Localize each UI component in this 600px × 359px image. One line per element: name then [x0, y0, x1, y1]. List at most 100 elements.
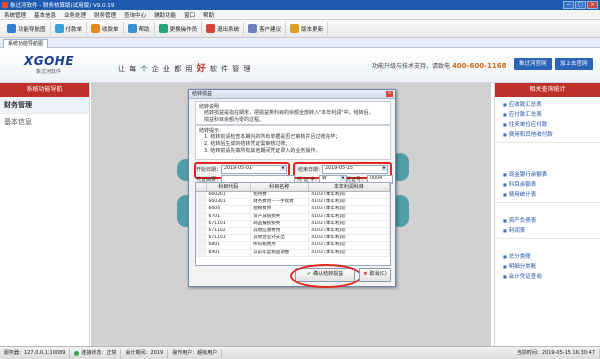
table-row[interactable]: 671102 其他应收费用 4103 (本年利润): [196, 227, 390, 236]
logo: XGOHE 象过河软件: [24, 54, 74, 75]
query-link[interactable]: 应付款汇总表: [503, 110, 600, 120]
right-panel-header: 相关查询统计: [495, 83, 600, 97]
menu-system[interactable]: 系统管理: [0, 11, 30, 19]
toolbar-feedback-button[interactable]: 客户建议: [244, 21, 287, 36]
dialog-close-button[interactable]: ×: [386, 91, 393, 97]
tips-caption: 结转提示：: [199, 128, 225, 134]
table-row[interactable]: 660201 招待费 4103 (本年利润): [196, 192, 390, 200]
toolbar-nav-map-button[interactable]: 功能导航图: [3, 21, 51, 36]
menu-help[interactable]: 帮助: [199, 11, 218, 19]
toolbar-switch-user-button[interactable]: 更换操作员: [155, 21, 203, 36]
transfer-description-box: 结转说明 结转损益是指在期末，把损益类科目的余额全部转入"本年利润"中，结转后，…: [195, 101, 391, 125]
menu-bar: 系统管理 基本信息 业务处理 财务管理 查询中心 辅助功能 窗口 帮助: [0, 10, 600, 20]
query-link[interactable]: 资产负债表: [503, 216, 600, 226]
left-panel-header: 系统功能导航: [0, 83, 89, 97]
query-link[interactable]: 总分类账: [503, 252, 600, 262]
query-link[interactable]: 费用统计表: [503, 190, 600, 200]
query-link[interactable]: 利润表: [503, 226, 600, 236]
header-rownum: [196, 183, 207, 191]
right-query-panel: 相关查询统计 应收款汇总表 应付款汇总表 往来单位应付款 费用和其他收付款 现金…: [494, 83, 600, 346]
window-title: 象过河软件 - 财务核算版(试用版) V9.0.19: [10, 3, 115, 9]
tip-line-1: 1. 结转前请检查本期内的所有单据是否已审核并且过账完毕；: [204, 134, 341, 140]
toolbar-help-button[interactable]: 帮助: [124, 21, 155, 36]
connection-ok-icon: [74, 350, 80, 356]
title-bar: 象过河软件 - 财务核算版(试用版) V9.0.19 ─ □ ×: [0, 0, 600, 10]
description-caption: 结转说明: [199, 104, 220, 110]
table-row[interactable]: 6701 资产减值损失 4103 (本年利润): [196, 213, 390, 221]
nav-item-basic-info[interactable]: 基本信息: [0, 114, 89, 130]
toolbar: 功能导航图 付款单 收款单 帮助 更换操作员 退出系统 客户建议 版本更新: [0, 20, 600, 38]
query-link[interactable]: 科目余额表: [503, 180, 600, 190]
account-table: 科目代码 科目名称 本年利润科目 660201 招待费 4103 (本年利润) 66…: [195, 182, 391, 266]
nav-map-icon: [7, 24, 16, 33]
minimize-button[interactable]: ─: [563, 1, 574, 9]
query-group-cash: 现金银行余额表 科目余额表 费用统计表: [495, 167, 600, 203]
query-group-statements: 资产负债表 利润表: [495, 213, 600, 239]
menu-query[interactable]: 查询中心: [120, 11, 150, 19]
help-icon: [127, 24, 137, 33]
cancel-button[interactable]: ✖ 取消(C): [359, 268, 391, 282]
query-link[interactable]: 明细分类账: [503, 262, 600, 272]
table-row[interactable]: 671103 其他营业外支出 4103 (本年利润): [196, 235, 390, 243]
status-period: 会计期间：2019: [121, 348, 169, 358]
exit-icon: [206, 24, 216, 33]
query-link[interactable]: 费用和其他收付款: [503, 130, 600, 140]
toolbar-update-button[interactable]: 版本更新: [286, 21, 329, 36]
toolbar-payment-button[interactable]: 付款单: [51, 21, 88, 36]
query-link[interactable]: 往来单位应付款: [503, 120, 600, 130]
update-icon: [290, 24, 300, 33]
table-row[interactable]: 6801 所得税费用 4103 (本年利润): [196, 242, 390, 250]
forum-button[interactable]: 加上去官网: [555, 58, 593, 70]
menu-finance[interactable]: 财务管理: [90, 11, 120, 19]
tip-line-3: 3. 结转前请先做所有其他期间凭证录入的业务操作。: [204, 148, 321, 154]
status-connection: 连接状态：正常: [70, 348, 122, 358]
menu-business[interactable]: 业务处理: [60, 11, 90, 19]
status-bar: 服务器：127.0.0.1:10089 连接状态：正常 会计期间：2019 操作…: [0, 346, 600, 359]
maximize-button[interactable]: □: [575, 1, 586, 9]
table-row[interactable]: 671101 商品报损损失 4103 (本年利润): [196, 220, 390, 228]
nav-item-finance[interactable]: 财务管理: [0, 97, 89, 114]
status-user: 操作用户：超级用户: [168, 348, 223, 358]
table-row[interactable]: 660301 财务费用－－手续费 4103 (本年利润): [196, 199, 390, 207]
logo-subtext: 象过河软件: [36, 69, 62, 75]
confirm-button-highlight: [290, 264, 362, 288]
menu-aux[interactable]: 辅助功能: [150, 11, 180, 19]
query-link[interactable]: 会计凭证查询: [503, 272, 600, 282]
description-line-1: 结转损益是指在期末，把损益类科目的余额全部转入"本年利润"中，结转后，: [204, 110, 374, 116]
header-account-name: 科目名称: [251, 183, 309, 191]
tip-line-2: 2. 结转后生成的结转凭证需审核过账；: [204, 141, 291, 147]
query-group-ledger: 总分类账 明细分类账 会计凭证查询: [495, 249, 600, 284]
official-site-button[interactable]: 象过河官网: [514, 58, 552, 70]
transfer-profit-loss-dialog: 结转损益 × 结转说明 结转损益是指在期末，把损益类科目的余额全部转入"本年利润…: [188, 89, 396, 288]
left-nav-panel: 系统功能导航 财务管理 基本信息: [0, 83, 90, 346]
receipt-icon: [91, 24, 101, 33]
toolbar-receipt-button[interactable]: 收款单: [87, 21, 124, 36]
status-server: 服务器：127.0.0.1:10089: [0, 348, 71, 358]
header-profit-account: 本年利润科目: [309, 183, 390, 191]
table-header: 科目代码 科目名称 本年利润科目: [196, 183, 390, 192]
menu-basic-info[interactable]: 基本信息: [30, 11, 60, 19]
close-window-button[interactable]: ×: [587, 1, 598, 9]
transfer-tips-box: 结转提示： 1. 结转前请检查本期内的所有单据是否已审核并且过账完毕； 2. 结…: [195, 125, 391, 160]
query-group-ar-ap: 应收款汇总表 应付款汇总表 往来单位应付款 费用和其他收付款: [495, 97, 600, 143]
tab-bar: 系统功能导航图: [0, 38, 600, 49]
header-account-code: 科目代码: [207, 183, 251, 191]
app-icon: [2, 2, 8, 8]
query-link[interactable]: 现金银行余额表: [503, 170, 600, 180]
slogan: 让 每 个 企 业 都 用 好 软 件 管 理: [118, 64, 252, 74]
menu-window[interactable]: 窗口: [180, 11, 199, 19]
payment-icon: [54, 24, 64, 33]
cancel-icon: ✖: [363, 271, 368, 277]
table-row[interactable]: 6901 以前年度损益调整 4103 (本年利润): [196, 249, 390, 257]
banner: XGOHE 象过河软件 让 每 个 企 业 都 用 好 软 件 管 理 功能升级…: [0, 48, 600, 83]
feedback-icon: [248, 24, 258, 33]
logo-text: XGOHE: [24, 54, 75, 68]
dialog-title: 结转损益: [189, 90, 395, 99]
description-line-2: 损益科目余额为零的过程。: [204, 117, 265, 123]
hotline: 功能升级与技术支持，请致电 400-600-1168: [372, 62, 507, 70]
switch-user-icon: [158, 24, 168, 33]
toolbar-exit-button[interactable]: 退出系统: [202, 21, 245, 36]
table-row[interactable]: 6604 勘探费用 4103 (本年利润): [196, 206, 390, 214]
status-time: 当前时间：2019-05-15 16:30:47: [513, 348, 600, 358]
query-link[interactable]: 应收款汇总表: [503, 100, 600, 110]
